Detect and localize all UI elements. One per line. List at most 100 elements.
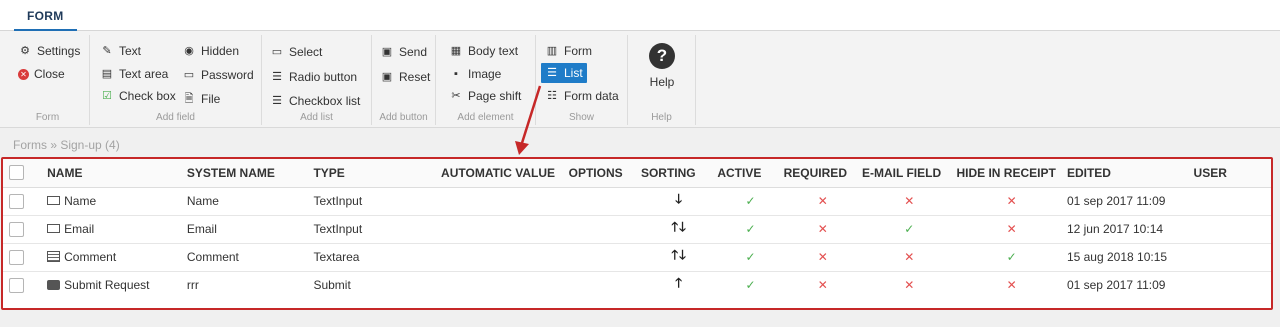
col-required[interactable]: REQUIRED xyxy=(783,159,862,188)
radio-list-button[interactable]: ☰ Radio button xyxy=(270,67,357,87)
field-options xyxy=(568,243,641,272)
pencil-icon: ✎ xyxy=(102,45,112,57)
col-active[interactable]: ACTIVE xyxy=(717,159,784,188)
col-email-field[interactable]: E-MAIL FIELD xyxy=(862,159,957,188)
group-label-add-element: Add element xyxy=(457,112,514,123)
col-type[interactable]: TYPE xyxy=(313,159,442,188)
eye-slash-icon: ◉ xyxy=(184,45,194,57)
row-checkbox[interactable] xyxy=(9,277,24,293)
hidden-field-button[interactable]: ◉ Hidden xyxy=(182,41,239,61)
hide-in-receipt-check-icon: ✓ xyxy=(1006,250,1017,264)
select-icon: ▭ xyxy=(271,46,283,58)
select-list-button[interactable]: ▭ Select xyxy=(270,42,323,62)
select-all-checkbox[interactable] xyxy=(9,165,24,181)
password-label: Password xyxy=(201,68,254,82)
file-field-button[interactable]: 🗎 File xyxy=(182,89,221,109)
sort-down-icon[interactable]: 🡓 xyxy=(675,191,683,206)
field-system-name: rrr xyxy=(186,278,199,293)
database-icon: ☷ xyxy=(547,90,557,102)
col-hide-in-receipt[interactable]: HIDE IN RECEIPT xyxy=(956,159,1067,188)
form-data-button[interactable]: ☷ Form data xyxy=(545,86,619,106)
breadcrumb[interactable]: Forms » Sign-up (4) xyxy=(13,138,120,152)
textarea-field-icon xyxy=(47,251,61,263)
page-shift-button[interactable]: ✂ Page shift xyxy=(449,86,521,106)
ribbon-group-help: ? Help Help xyxy=(628,35,696,125)
sort-up-icon[interactable]: 🡑 xyxy=(671,219,679,234)
group-label-help: Help xyxy=(651,112,672,123)
col-automatic-value[interactable]: AUTOMATIC VALUE xyxy=(441,159,569,188)
ribbon-group-add-element: ▦ Body text ▪ Image ✂ Page shift Add ele… xyxy=(436,35,536,125)
show-form-label: Form xyxy=(564,44,592,58)
checkbox-field-button[interactable]: ☑ Check box xyxy=(100,86,176,106)
col-edited[interactable]: EDITED xyxy=(1066,159,1194,188)
select-label: Select xyxy=(289,45,323,59)
field-name[interactable]: Name xyxy=(64,194,96,208)
ribbon-group-show: ▥ Form ☰ List ☷ Form data Show xyxy=(536,35,628,125)
table-row[interactable]: Submit Request rrr Submit 🡑 ✓ ✕ ✕ ✕ 01 s… xyxy=(3,271,1271,299)
row-checkbox[interactable] xyxy=(9,249,24,265)
submit-button-icon xyxy=(47,280,61,291)
password-icon: ▭ xyxy=(183,69,195,81)
email-field-check-icon: ✓ xyxy=(904,222,915,236)
scissors-icon: ✂ xyxy=(451,90,461,102)
table-row[interactable]: Comment Comment Textarea 🡑🡓 ✓ ✕ ✕ ✓ 15 a… xyxy=(3,243,1271,272)
file-label: File xyxy=(201,92,221,106)
sort-down-icon[interactable]: 🡓 xyxy=(679,247,687,262)
field-edited: 01 sep 2017 11:09 xyxy=(1066,278,1166,293)
sort-up-icon[interactable]: 🡑 xyxy=(671,247,679,262)
checkbox-list-icon: ☰ xyxy=(272,95,282,107)
reset-icon: ▣ xyxy=(381,71,393,83)
password-field-button[interactable]: ▭ Password xyxy=(182,65,254,85)
field-name[interactable]: Comment xyxy=(64,250,116,264)
textarea-field-button[interactable]: ▤ Text area xyxy=(100,64,169,84)
row-checkbox[interactable] xyxy=(9,193,24,209)
checkbox-list-button[interactable]: ☰ Checkbox list xyxy=(270,91,360,111)
show-list-button[interactable]: ☰ List xyxy=(541,63,587,83)
required-cross-icon: ✕ xyxy=(817,278,828,293)
close-button[interactable]: ✕ Close xyxy=(18,64,65,84)
image-button[interactable]: ▪ Image xyxy=(449,64,501,84)
file-icon: 🗎 xyxy=(184,93,194,105)
email-field-cross-icon: ✕ xyxy=(904,194,915,208)
help-button[interactable]: ? Help xyxy=(628,35,696,105)
field-user xyxy=(1193,243,1271,272)
sort-up-icon[interactable]: 🡑 xyxy=(675,275,683,290)
group-label-show: Show xyxy=(568,112,594,123)
sort-down-icon[interactable]: 🡓 xyxy=(679,219,687,234)
reset-button[interactable]: ▣ Reset xyxy=(380,67,431,87)
field-name[interactable]: Email xyxy=(64,222,94,236)
field-user xyxy=(1194,271,1271,299)
hide-in-receipt-cross-icon: ✕ xyxy=(1006,194,1017,208)
tab-form[interactable]: FORM xyxy=(14,0,77,31)
table-row[interactable]: Email Email TextInput 🡑🡓 ✓ ✕ ✓ ✕ 12 jun … xyxy=(3,215,1271,244)
col-system-name[interactable]: SYSTEM NAME xyxy=(186,159,314,188)
field-name[interactable]: Submit Request xyxy=(64,278,149,292)
radio-list-icon: ☰ xyxy=(272,71,282,83)
show-form-button[interactable]: ▥ Form xyxy=(545,41,592,61)
field-user xyxy=(1193,215,1271,244)
group-label-add-list: Add list xyxy=(300,112,333,123)
group-label-add-field: Add field xyxy=(156,112,195,123)
col-sorting[interactable]: SORTING xyxy=(640,159,718,188)
send-icon: ▣ xyxy=(381,46,393,58)
col-user[interactable]: USER xyxy=(1193,159,1271,188)
send-button[interactable]: ▣ Send xyxy=(380,42,427,62)
settings-button[interactable]: ⚙ Settings xyxy=(18,41,80,61)
text-field-button[interactable]: ✎ Text xyxy=(100,41,141,61)
form-data-label: Form data xyxy=(564,89,619,103)
body-text-button[interactable]: ▦ Body text xyxy=(449,41,518,61)
show-list-label: List xyxy=(564,66,583,80)
active-check-icon: ✓ xyxy=(745,194,756,208)
row-checkbox[interactable] xyxy=(9,221,24,237)
help-label: Help xyxy=(649,75,675,89)
field-automatic-value xyxy=(441,243,569,272)
body-text-icon: ▦ xyxy=(450,45,462,57)
hide-in-receipt-cross-icon: ✕ xyxy=(1006,222,1017,236)
hidden-label: Hidden xyxy=(201,44,240,58)
col-options[interactable]: OPTIONS xyxy=(568,159,641,188)
col-name[interactable]: NAME xyxy=(33,159,187,188)
required-cross-icon: ✕ xyxy=(817,194,828,208)
image-label: Image xyxy=(468,67,502,81)
close-label: Close xyxy=(34,67,65,81)
table-row[interactable]: Name Name TextInput 🡓 ✓ ✕ ✕ ✕ 01 sep 201… xyxy=(3,187,1271,216)
